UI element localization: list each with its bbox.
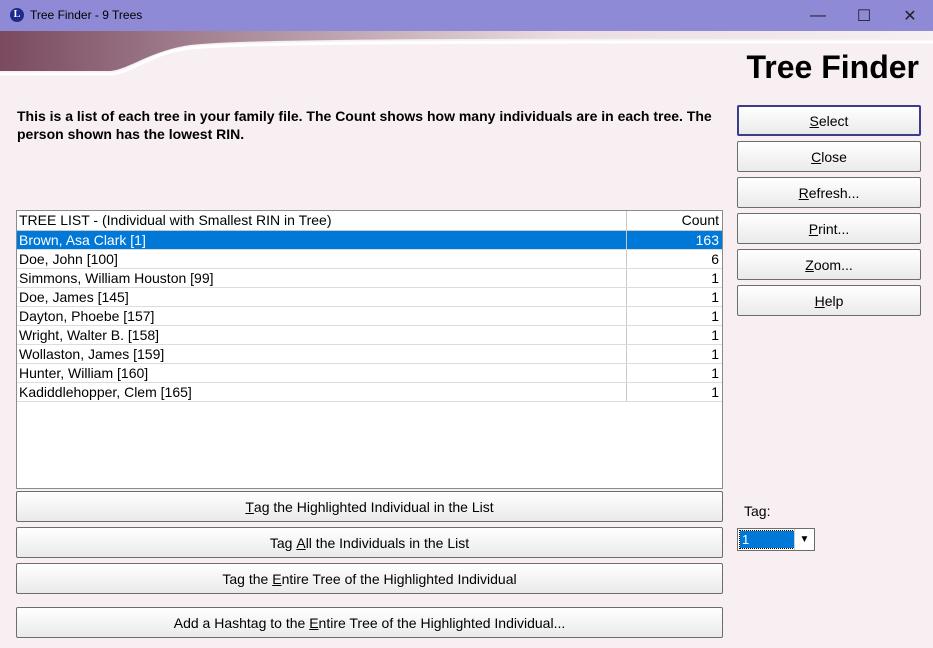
tag-entire-tree-button[interactable]: Tag the Entire Tree of the Highlighted I… bbox=[16, 563, 723, 594]
description-text: This is a list of each tree in your fami… bbox=[17, 108, 712, 142]
row-name: Wright, Walter B. [158] bbox=[17, 326, 627, 344]
minimize-button[interactable]: — bbox=[795, 0, 841, 31]
close-icon: ✕ bbox=[903, 7, 917, 25]
list-row[interactable]: Hunter, William [160] 1 bbox=[17, 364, 722, 383]
list-header: TREE LIST - (Individual with Smallest RI… bbox=[17, 211, 722, 231]
tag-label: Tag: bbox=[744, 503, 771, 519]
list-row[interactable]: Doe, James [145] 1 bbox=[17, 288, 722, 307]
row-count: 1 bbox=[711, 270, 719, 286]
row-count: 1 bbox=[711, 384, 719, 400]
row-name: Wollaston, James [159] bbox=[17, 345, 627, 363]
maximize-icon: ☐ bbox=[856, 7, 872, 25]
row-name: Kadiddlehopper, Clem [165] bbox=[17, 383, 627, 401]
list-row[interactable]: Brown, Asa Clark [1] 163 bbox=[17, 231, 722, 250]
row-name: Doe, James [145] bbox=[17, 288, 627, 306]
list-row[interactable]: Dayton, Phoebe [157] 1 bbox=[17, 307, 722, 326]
tag-dropdown[interactable]: 1 ▼ bbox=[737, 528, 815, 551]
refresh-button[interactable]: Refresh... bbox=[737, 177, 921, 208]
app-icon: L bbox=[10, 8, 24, 22]
list-row[interactable]: Wollaston, James [159] 1 bbox=[17, 345, 722, 364]
row-count: 1 bbox=[711, 327, 719, 343]
row-count: 1 bbox=[711, 365, 719, 381]
tag-selected-value: 1 bbox=[739, 530, 795, 549]
window-title: Tree Finder - 9 Trees bbox=[30, 8, 143, 22]
header-name[interactable]: TREE LIST - (Individual with Smallest RI… bbox=[17, 211, 627, 230]
row-count: 163 bbox=[695, 232, 719, 248]
banner-title: Tree Finder bbox=[746, 49, 920, 85]
maximize-button[interactable]: ☐ bbox=[841, 0, 887, 31]
title-bar: L Tree Finder - 9 Trees — ☐ ✕ bbox=[0, 0, 933, 31]
row-name: Dayton, Phoebe [157] bbox=[17, 307, 627, 325]
list-row[interactable]: Wright, Walter B. [158] 1 bbox=[17, 326, 722, 345]
minimize-icon: — bbox=[810, 6, 826, 24]
tree-list[interactable]: TREE LIST - (Individual with Smallest RI… bbox=[16, 210, 723, 489]
banner: Tree Finder bbox=[0, 31, 933, 103]
tag-all-button[interactable]: Tag All the Individuals in the List bbox=[16, 527, 723, 558]
row-name: Brown, Asa Clark [1] bbox=[17, 231, 627, 249]
print-button[interactable]: Print... bbox=[737, 213, 921, 244]
zoom-button[interactable]: Zoom... bbox=[737, 249, 921, 280]
list-row[interactable]: Kadiddlehopper, Clem [165] 1 bbox=[17, 383, 722, 402]
tag-highlighted-button[interactable]: Tag the Highlighted Individual in the Li… bbox=[16, 491, 723, 522]
dropdown-arrow-icon[interactable]: ▼ bbox=[794, 529, 814, 550]
row-name: Hunter, William [160] bbox=[17, 364, 627, 382]
row-count: 1 bbox=[711, 289, 719, 305]
row-name: Simmons, William Houston [99] bbox=[17, 269, 627, 287]
list-row[interactable]: Simmons, William Houston [99] 1 bbox=[17, 269, 722, 288]
help-button[interactable]: Help bbox=[737, 285, 921, 316]
row-count: 1 bbox=[711, 308, 719, 324]
row-count: 1 bbox=[711, 346, 719, 362]
row-name: Doe, John [100] bbox=[17, 250, 627, 268]
close-button[interactable]: Close bbox=[737, 141, 921, 172]
close-window-button[interactable]: ✕ bbox=[887, 0, 933, 31]
select-button[interactable]: Select bbox=[737, 105, 921, 136]
list-row[interactable]: Doe, John [100] 6 bbox=[17, 250, 722, 269]
header-count[interactable]: Count bbox=[627, 211, 722, 230]
row-count: 6 bbox=[711, 251, 719, 267]
add-hashtag-button[interactable]: Add a Hashtag to the Entire Tree of the … bbox=[16, 607, 723, 638]
